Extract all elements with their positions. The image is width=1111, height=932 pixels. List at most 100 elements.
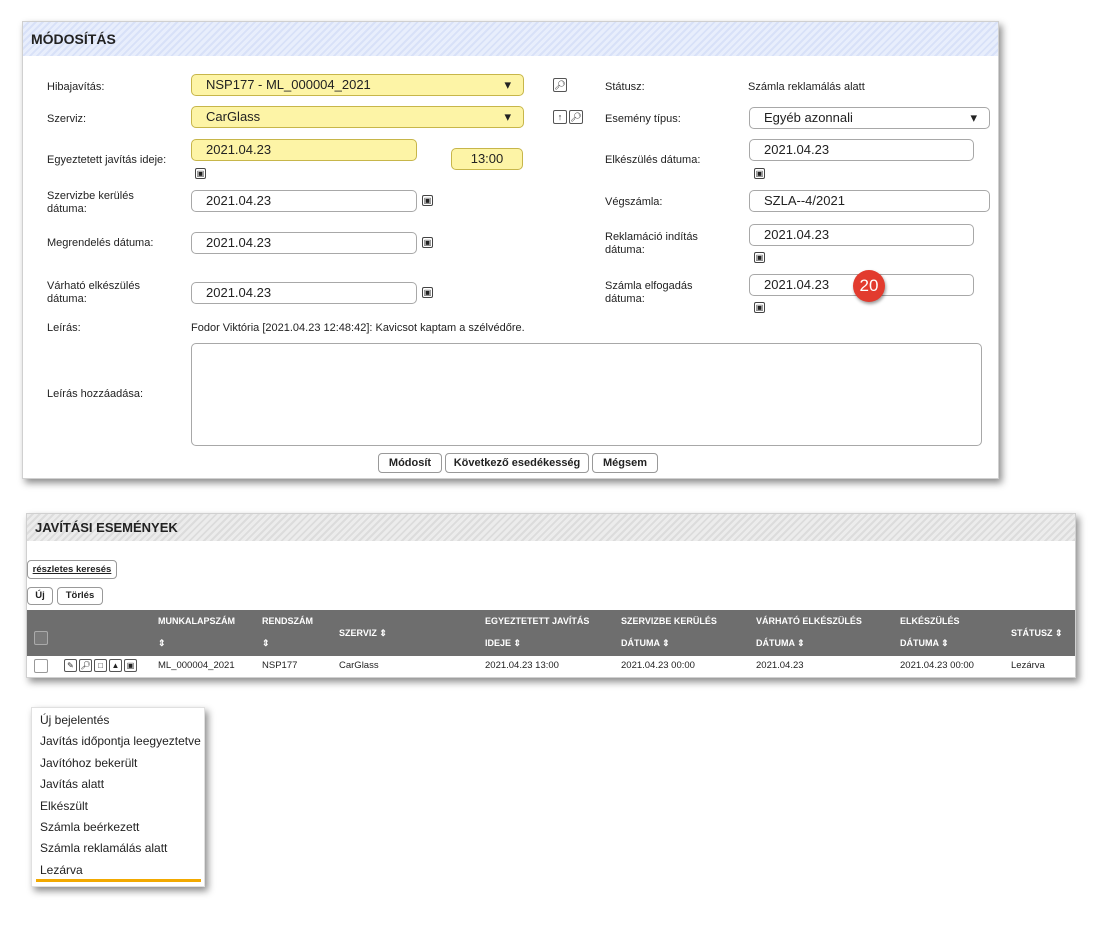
delete-button[interactable]: Törlés [57, 587, 103, 605]
arrow-up-icon[interactable]: ▲ [109, 659, 122, 672]
col-szerviz[interactable]: SZERVIZ ⇕ [339, 622, 387, 644]
calendar-icon[interactable]: ▣ [195, 168, 206, 179]
statusz-value: Számla reklamálás alatt [748, 81, 865, 93]
search-icon[interactable]: 🔎︎ [79, 659, 92, 672]
col-label: STÁTUSZ ⇕ [1011, 628, 1063, 638]
label-szerviz: Szerviz: [47, 113, 87, 125]
calendar-icon[interactable]: ▣ [422, 195, 433, 206]
events-panel-title: JAVÍTÁSI ESEMÉNYEK [27, 514, 1075, 541]
col-label: SZERVIZ ⇕ [339, 628, 387, 638]
label-varhato: Várható elkészülés dátuma: [47, 280, 140, 306]
elkeszules-date-input[interactable]: 2021.04.23 [749, 139, 974, 161]
leiras-textarea[interactable] [191, 343, 982, 446]
col-label: RENDSZÁM [262, 616, 313, 626]
table-row[interactable]: ✎ 🔎︎ □ ▲ ▣ ML_000004_2021 NSP177 CarGlas… [27, 656, 1075, 676]
selected-item-underline [36, 879, 201, 882]
calendar-icon[interactable]: ▣ [124, 659, 137, 672]
calendar-icon[interactable]: ▣ [422, 287, 433, 298]
label-szervizbe-line1: Szervizbe kerülés [47, 190, 134, 202]
col-rendszam[interactable]: RENDSZÁM ⇕ [262, 610, 313, 654]
col-label: EGYEZTETETT JAVÍTÁS [485, 616, 590, 626]
cell-elkeszules: 2021.04.23 00:00 [900, 660, 974, 671]
col-szervizbe[interactable]: SZERVIZBE KERÜLÉS DÁTUMA ⇕ [621, 610, 717, 654]
col-label-2: DÁTUMA ⇕ [621, 638, 670, 648]
sort-icon: ⇕ [158, 638, 166, 648]
hibajavitas-select[interactable]: NSP177 - ML_000004_2021 [191, 74, 524, 96]
arrow-up-icon[interactable]: ↑ [553, 110, 567, 124]
egyeztetett-date-input[interactable]: 2021.04.23 [191, 139, 417, 161]
col-label-2: IDEJE ⇕ [485, 638, 522, 648]
label-reklamacio: Reklamáció indítás dátuma: [605, 231, 698, 257]
col-varhato[interactable]: VÁRHATÓ ELKÉSZÜLÉS DÁTUMA ⇕ [756, 610, 862, 654]
megsem-button[interactable]: Mégsem [592, 453, 658, 473]
row-checkbox[interactable] [34, 659, 48, 673]
col-label: MUNKALAPSZÁM [158, 616, 235, 626]
col-munkalapszam[interactable]: MUNKALAPSZÁM ⇕ [158, 610, 235, 654]
label-vegszamla: Végszámla: [605, 196, 663, 208]
label-leiras: Leírás: [47, 322, 81, 334]
edit-panel: MÓDOSÍTÁS Hibajavítás: Szerviz: Egyeztet… [22, 21, 999, 479]
search-icon[interactable]: 🔎︎ [553, 78, 567, 92]
menu-item-uj-bejelentes[interactable]: Új bejelentés [40, 713, 109, 727]
varhato-date-input[interactable]: 2021.04.23 [191, 282, 417, 304]
step-number-badge: 20 [853, 270, 885, 302]
edit-panel-title: MÓDOSÍTÁS [23, 22, 998, 56]
menu-item-javitas-alatt[interactable]: Javítás alatt [40, 777, 104, 791]
megrendeles-date-input[interactable]: 2021.04.23 [191, 232, 417, 254]
label-szamla-line1: Számla elfogadás [605, 280, 693, 292]
col-statusz[interactable]: STÁTUSZ ⇕ [1011, 622, 1063, 644]
reklamacio-date-input[interactable]: 2021.04.23 [749, 224, 974, 246]
label-megrendeles: Megrendelés dátuma: [47, 237, 154, 249]
leiras-text: Fodor Viktória [2021.04.23 12:48:42]: Ka… [191, 322, 525, 334]
menu-item-szamla-beerkezett[interactable]: Számla beérkezett [40, 820, 139, 834]
kovetkezo-esedekesseg-button[interactable]: Következő esedékesség [445, 453, 589, 473]
col-label: VÁRHATÓ ELKÉSZÜLÉS [756, 616, 862, 626]
cell-egyeztetett: 2021.04.23 13:00 [485, 660, 559, 671]
label-hibajavitas: Hibajavítás: [47, 81, 105, 93]
cell-munkalapszam: ML_000004_2021 [158, 660, 235, 671]
cell-szervizbe: 2021.04.23 00:00 [621, 660, 695, 671]
cell-statusz: Lezárva [1011, 660, 1045, 671]
table-header: MUNKALAPSZÁM ⇕ RENDSZÁM ⇕ SZERVIZ ⇕ EGYE… [27, 610, 1075, 656]
col-label-2: DÁTUMA ⇕ [900, 638, 949, 648]
menu-item-elkeszult[interactable]: Elkészült [40, 799, 88, 813]
menu-item-javitas-idopontja[interactable]: Javítás időpontja leegyeztetve [40, 734, 201, 748]
cell-varhato: 2021.04.23 [756, 660, 804, 671]
search-icon[interactable]: 🔎︎ [569, 110, 583, 124]
edit-icon[interactable]: ✎ [64, 659, 77, 672]
modosit-button[interactable]: Módosít [378, 453, 442, 473]
detailed-search-link[interactable]: részletes keresés [27, 560, 117, 579]
calendar-icon[interactable]: ▣ [754, 302, 765, 313]
calendar-icon[interactable]: ▣ [754, 168, 765, 179]
document-icon[interactable]: □ [94, 659, 107, 672]
label-egyeztetett: Egyeztetett javítás ideje: [47, 154, 167, 166]
status-dropdown-menu: Új bejelentés Javítás időpontja leegyezt… [31, 707, 205, 887]
col-egyeztetett[interactable]: EGYEZTETETT JAVÍTÁS IDEJE ⇕ [485, 610, 589, 654]
label-szamla-elfogadas: Számla elfogadás dátuma: [605, 280, 692, 306]
label-reklamacio-line1: Reklamáció indítás [605, 231, 698, 243]
label-esemeny: Esemény típus: [605, 113, 681, 125]
calendar-icon[interactable]: ▣ [754, 252, 765, 263]
label-statusz: Státusz: [605, 81, 645, 93]
label-szamla-line2: dátuma: [605, 293, 645, 305]
menu-item-javitohoz-bekerult[interactable]: Javítóhoz bekerült [40, 756, 137, 770]
label-varhato-line1: Várható elkészülés [47, 280, 140, 292]
egyeztetett-time-input[interactable]: 13:00 [451, 148, 523, 170]
label-varhato-line2: dátuma: [47, 293, 87, 305]
cell-szerviz: CarGlass [339, 660, 379, 671]
col-label: ELKÉSZÜLÉS [900, 616, 960, 626]
col-elkeszules[interactable]: ELKÉSZÜLÉS DÁTUMA ⇕ [900, 610, 960, 654]
col-label-2: DÁTUMA ⇕ [756, 638, 805, 648]
menu-item-szamla-reklamalas[interactable]: Számla reklamálás alatt [40, 841, 167, 855]
label-szervizbe-line2: dátuma: [47, 203, 87, 215]
menu-item-lezarva[interactable]: Lezárva [40, 863, 83, 877]
label-szervizbe-kerules: Szervizbe kerülés dátuma: [47, 190, 134, 216]
select-all-checkbox[interactable] [34, 631, 48, 645]
calendar-icon[interactable]: ▣ [422, 237, 433, 248]
new-button[interactable]: Új [27, 587, 53, 605]
vegszamla-input[interactable]: SZLA--4/2021 [749, 190, 990, 212]
szerviz-select[interactable]: CarGlass [191, 106, 524, 128]
label-elkeszules: Elkészülés dátuma: [605, 154, 701, 166]
szervizbe-date-input[interactable]: 2021.04.23 [191, 190, 417, 212]
esemeny-select[interactable]: Egyéb azonnali [749, 107, 990, 129]
